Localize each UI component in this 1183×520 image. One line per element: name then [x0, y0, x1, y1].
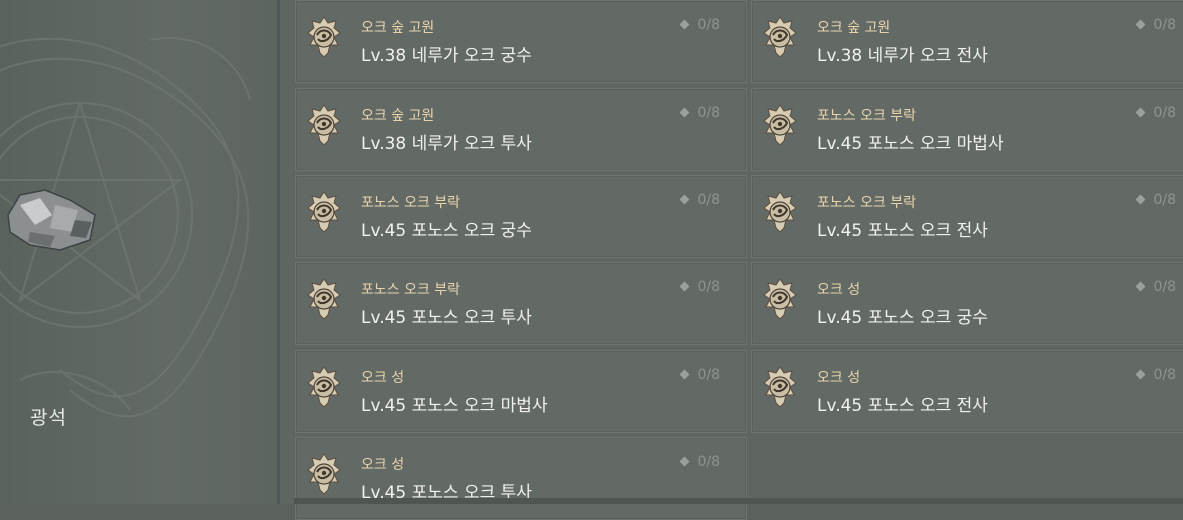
quest-card[interactable]: 오크 숲 고원 Lv.38 네루가 오크 투사 0/8	[295, 88, 747, 171]
quest-card[interactable]: 오크 성 Lv.45 포노스 오크 투사 0/8	[295, 437, 747, 520]
card-region: 오크 숲 고원	[361, 108, 435, 124]
diamond-icon	[679, 369, 690, 380]
card-progress-count: 0/8	[697, 17, 720, 33]
card-progress-count: 0/8	[697, 454, 720, 470]
card-monster-name: Lv.45 포노스 오크 궁수	[361, 221, 532, 241]
orc-emblem-icon	[307, 278, 341, 320]
quest-card[interactable]: 포노스 오크 부락 Lv.45 포노스 오크 전사 0/8	[751, 175, 1183, 258]
card-region: 포노스 오크 부락	[817, 108, 917, 124]
card-region: 포노스 오크 부락	[361, 195, 461, 211]
diamond-icon	[1135, 194, 1146, 205]
card-region: 오크 숲 고원	[361, 20, 435, 36]
diamond-icon	[1135, 281, 1146, 292]
card-region: 오크 성	[817, 282, 861, 298]
card-progress-count: 0/8	[697, 192, 720, 208]
diamond-icon	[679, 456, 690, 467]
diamond-icon	[679, 19, 690, 30]
card-monster-name: Lv.45 포노스 오크 궁수	[817, 308, 988, 328]
orc-emblem-icon	[763, 104, 797, 146]
card-monster-name: Lv.45 포노스 오크 전사	[817, 396, 988, 416]
card-progress-count: 0/8	[1153, 192, 1176, 208]
quest-card[interactable]: 포노스 오크 부락 Lv.45 포노스 오크 마법사 0/8	[751, 88, 1183, 171]
card-region: 포노스 오크 부락	[361, 282, 461, 298]
card-progress-count: 0/8	[697, 105, 720, 121]
orc-emblem-icon	[307, 191, 341, 233]
scroll-bottom-edge	[294, 498, 1183, 504]
card-region: 오크 성	[361, 457, 405, 473]
card-region: 포노스 오크 부락	[817, 195, 917, 211]
card-monster-name: Lv.45 포노스 오크 투사	[361, 308, 532, 328]
orc-emblem-icon	[307, 366, 341, 408]
quest-card[interactable]: 오크 성 Lv.45 포노스 오크 마법사 0/8	[295, 350, 747, 433]
diamond-icon	[1135, 19, 1146, 30]
ore-chunk-icon	[7, 189, 96, 251]
card-progress-count: 0/8	[697, 279, 720, 295]
quest-card[interactable]: 오크 성 Lv.45 포노스 오크 궁수 0/8	[751, 262, 1183, 345]
card-progress-count: 0/8	[1153, 279, 1176, 295]
diamond-icon	[1135, 369, 1146, 380]
card-monster-name: Lv.45 포노스 오크 전사	[817, 221, 988, 241]
quest-card[interactable]: 오크 숲 고원 Lv.38 네루가 오크 궁수 0/8	[295, 0, 747, 83]
orc-emblem-icon	[763, 278, 797, 320]
card-monster-name: Lv.38 네루가 오크 궁수	[361, 46, 532, 66]
quest-card[interactable]: 오크 숲 고원 Lv.38 네루가 오크 전사 0/8	[751, 0, 1183, 83]
card-monster-name: Lv.38 네루가 오크 투사	[361, 134, 532, 154]
diamond-icon	[679, 281, 690, 292]
card-monster-name: Lv.45 포노스 오크 마법사	[361, 396, 548, 416]
diamond-icon	[679, 194, 690, 205]
orc-emblem-icon	[763, 191, 797, 233]
orc-emblem-icon	[307, 16, 341, 58]
orc-emblem-icon	[763, 366, 797, 408]
category-label: 광석	[30, 407, 67, 429]
card-progress-count: 0/8	[1153, 17, 1176, 33]
orc-emblem-icon	[307, 453, 341, 495]
card-monster-name: Lv.45 포노스 오크 마법사	[817, 134, 1004, 154]
quest-card[interactable]: 포노스 오크 부락 Lv.45 포노스 오크 궁수 0/8	[295, 175, 747, 258]
card-progress-count: 0/8	[697, 367, 720, 383]
card-monster-name: Lv.38 네루가 오크 전사	[817, 46, 988, 66]
category-panel: 광석	[0, 0, 277, 504]
quest-card[interactable]: 포노스 오크 부락 Lv.45 포노스 오크 투사 0/8	[295, 262, 747, 345]
card-progress-count: 0/8	[1153, 367, 1176, 383]
card-region: 오크 성	[361, 370, 405, 386]
diamond-icon	[679, 107, 690, 118]
quest-card[interactable]: 오크 성 Lv.45 포노스 오크 전사 0/8	[751, 350, 1183, 433]
card-progress-count: 0/8	[1153, 105, 1176, 121]
orc-emblem-icon	[763, 16, 797, 58]
orc-emblem-icon	[307, 104, 341, 146]
diamond-icon	[1135, 107, 1146, 118]
card-region: 오크 성	[817, 370, 861, 386]
card-region: 오크 숲 고원	[817, 20, 891, 36]
